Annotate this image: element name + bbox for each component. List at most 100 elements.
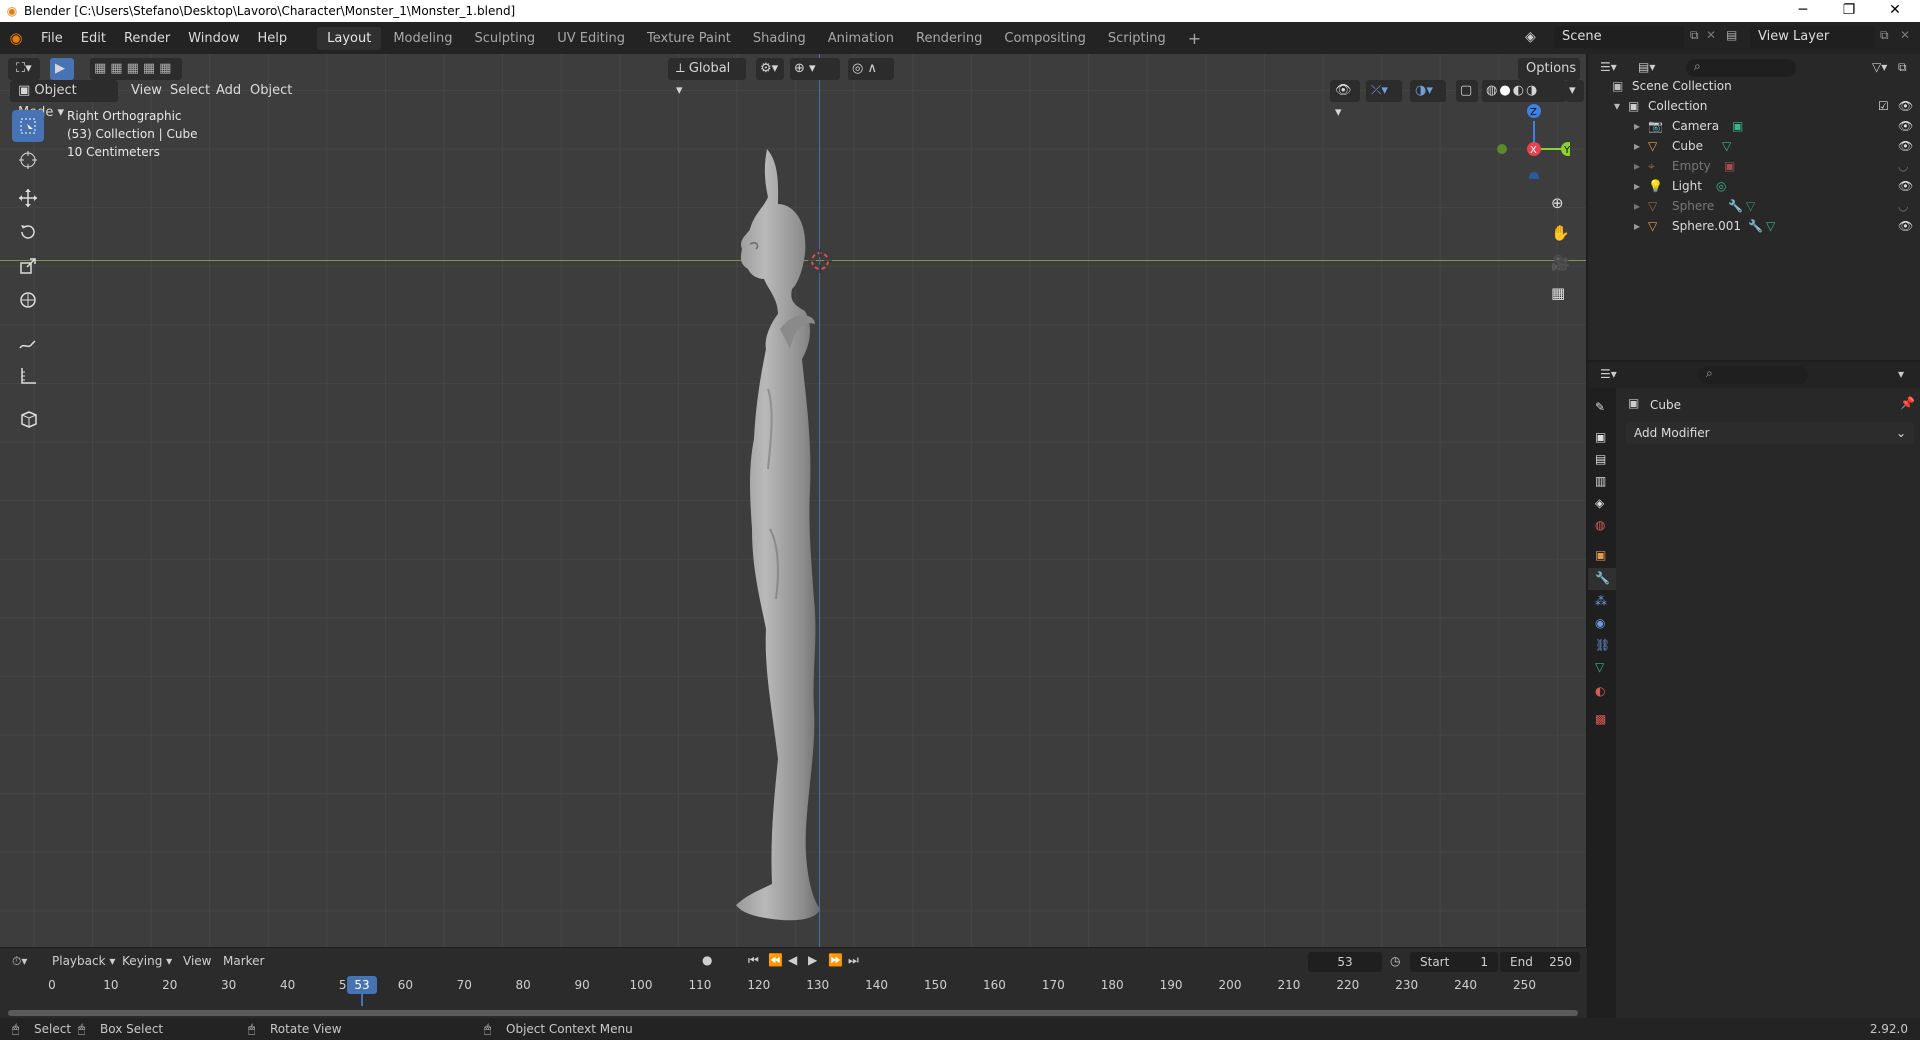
eye-closed-icon[interactable]: ◡: [1898, 196, 1908, 216]
overlay-toggle-icon[interactable]: ◑▾: [1410, 80, 1446, 102]
gizmo-toggle-icon[interactable]: ⤫▾: [1366, 80, 1402, 102]
outliner-item-sphere-001[interactable]: ▸ ▽ Sphere.001 🔧 ▽ 👁: [1588, 216, 1920, 236]
zoom-icon[interactable]: ⊕: [1551, 194, 1564, 212]
timeline-menu-playback[interactable]: Playback ▾: [52, 954, 115, 968]
eye-icon[interactable]: 👁: [1898, 136, 1913, 156]
collection-checkbox[interactable]: ☑: [1878, 96, 1889, 116]
add-cube-tool-icon[interactable]: [12, 402, 44, 434]
outliner-search-input[interactable]: ⌕: [1686, 59, 1796, 77]
view-layer-icon[interactable]: ▤: [1726, 28, 1737, 42]
tool-settings-tab-icon[interactable]: ✎: [1595, 400, 1605, 414]
jump-start-icon[interactable]: ⏮: [748, 953, 759, 968]
current-frame-field[interactable]: 53: [1308, 952, 1382, 972]
3d-viewport[interactable]: ⛶▾ ▶ ▦▦▦▦▦ ⟂ Global ▾ ⚙▾ ⊕ ▾ ◎ ∧ Options…: [0, 54, 1587, 947]
playhead-frame-label[interactable]: 53: [347, 976, 377, 994]
expand-arrow-icon[interactable]: ▾: [1614, 96, 1620, 116]
timeline-editor-type-icon[interactable]: ⏱▾: [12, 954, 27, 969]
timeline-menu-keying[interactable]: Keying ▾: [122, 954, 172, 968]
blender-menu-icon[interactable]: ◉: [0, 29, 32, 47]
add-modifier-dropdown[interactable]: Add Modifier ⌄: [1626, 422, 1914, 444]
render-tab-icon[interactable]: ▣: [1595, 430, 1606, 444]
navigation-gizmo[interactable]: Z Y X: [1490, 89, 1570, 179]
pivot-point-icon[interactable]: ⚙▾: [756, 58, 784, 80]
preview-range-icon[interactable]: ◷: [1390, 954, 1400, 968]
expand-arrow-icon[interactable]: ▸: [1634, 216, 1640, 236]
new-view-layer-icon[interactable]: ⧉: [1880, 28, 1889, 43]
properties-search-input[interactable]: ⌕: [1698, 366, 1808, 384]
restore-button[interactable]: ❐: [1826, 0, 1872, 22]
tab-shading[interactable]: Shading: [743, 27, 816, 50]
eye-icon[interactable]: 👁: [1898, 216, 1913, 236]
tab-rendering[interactable]: Rendering: [906, 27, 992, 50]
options-button[interactable]: Options: [1518, 58, 1580, 80]
snap-icon[interactable]: ⊕ ▾: [790, 58, 840, 80]
view-layer-field[interactable]: View Layer: [1750, 26, 1875, 48]
measure-tool-icon[interactable]: [12, 360, 44, 392]
output-tab-icon[interactable]: ▤: [1595, 452, 1606, 466]
tab-scripting[interactable]: Scripting: [1098, 27, 1176, 50]
mode-dropdown[interactable]: ▣ Object Mode ▾: [10, 80, 118, 120]
expand-arrow-icon[interactable]: ▸: [1634, 196, 1640, 216]
select-box-tool-icon[interactable]: [12, 110, 44, 142]
menu-file[interactable]: File: [32, 31, 72, 46]
menu-render[interactable]: Render: [115, 31, 179, 46]
rotate-tool-icon[interactable]: [12, 216, 44, 248]
outliner-collection[interactable]: ▾ ▣ Collection ☑ 👁: [1588, 96, 1920, 116]
tab-texture-paint[interactable]: Texture Paint: [637, 27, 741, 50]
delete-view-layer-icon[interactable]: ✕: [1900, 28, 1910, 42]
tab-compositing[interactable]: Compositing: [994, 27, 1096, 50]
tab-layout[interactable]: Layout: [317, 26, 382, 50]
outliner-scene-collection[interactable]: ▣ Scene Collection: [1588, 76, 1920, 96]
scale-tool-icon[interactable]: [12, 250, 44, 282]
proportional-edit-icon[interactable]: ◎ ∧: [848, 58, 894, 80]
selection-mode-icons[interactable]: ▦▦▦▦▦: [90, 58, 182, 80]
tab-animation[interactable]: Animation: [818, 27, 904, 50]
jump-keyframe-forward-icon[interactable]: ⏩: [828, 953, 843, 967]
gizmo-neg-y-axis[interactable]: [1497, 144, 1507, 154]
viewport-menu-add[interactable]: Add: [216, 83, 241, 98]
world-tab-icon[interactable]: ◍: [1595, 518, 1605, 532]
tab-sculpting[interactable]: Sculpting: [464, 27, 545, 50]
timeline-menu-view[interactable]: View: [183, 954, 211, 968]
jump-keyframe-back-icon[interactable]: ⏪: [768, 953, 783, 967]
eye-icon[interactable]: 👁: [1898, 176, 1913, 196]
record-icon[interactable]: ●: [702, 953, 712, 967]
material-tab-icon[interactable]: ◐: [1595, 684, 1605, 698]
scene-field[interactable]: Scene: [1554, 26, 1684, 48]
particles-tab-icon[interactable]: ⁂: [1595, 594, 1607, 608]
new-collection-icon[interactable]: ⧉: [1898, 60, 1907, 75]
tab-modeling[interactable]: Modeling: [383, 27, 462, 50]
scene-selector-icon[interactable]: ◈: [1525, 29, 1536, 45]
menu-help[interactable]: Help: [249, 31, 297, 46]
expand-arrow-icon[interactable]: ▸: [1634, 116, 1640, 136]
tab-uv-editing[interactable]: UV Editing: [547, 27, 635, 50]
outliner-item-cube[interactable]: ▸ ▽ Cube ▽ 👁: [1588, 136, 1920, 156]
viewport-menu-view[interactable]: View: [131, 83, 162, 98]
properties-options-icon[interactable]: ▾: [1898, 367, 1904, 381]
annotate-tool-icon[interactable]: [12, 326, 44, 358]
view-layer-tab-icon[interactable]: ▥: [1595, 474, 1606, 488]
delete-scene-icon[interactable]: ✕: [1706, 28, 1716, 42]
menu-window[interactable]: Window: [179, 31, 248, 46]
eye-closed-icon[interactable]: ◡: [1898, 156, 1908, 176]
viewport-menu-select[interactable]: Select: [170, 83, 210, 98]
gizmo-neg-z-axis[interactable]: [1529, 172, 1539, 179]
jump-end-icon[interactable]: ⏭: [848, 953, 859, 968]
outliner-item-empty[interactable]: ▸ ⌖ Empty ▣ ◡: [1588, 156, 1920, 176]
transform-tool-icon[interactable]: [12, 284, 44, 316]
transform-orientation-dropdown[interactable]: ⟂ Global ▾: [668, 58, 746, 98]
filter-icon[interactable]: ▽▾: [1872, 60, 1887, 74]
eye-icon[interactable]: 👁: [1898, 116, 1913, 136]
menu-edit[interactable]: Edit: [72, 31, 115, 46]
editor-type-icon[interactable]: ⛶▾: [8, 58, 40, 80]
xray-toggle-icon[interactable]: ▢: [1456, 80, 1478, 102]
expand-arrow-icon[interactable]: ▸: [1634, 176, 1640, 196]
new-scene-icon[interactable]: ⧉: [1690, 28, 1699, 43]
constraints-tab-icon[interactable]: ⛓: [1595, 638, 1610, 652]
outliner-item-light[interactable]: ▸ 💡 Light ◎ 👁: [1588, 176, 1920, 196]
mesh-data-tab-icon[interactable]: ▽: [1595, 660, 1604, 674]
viewport-menu-object[interactable]: Object: [250, 83, 292, 98]
outliner-item-sphere[interactable]: ▸ ▽ Sphere 🔧 ▽ ◡: [1588, 196, 1920, 216]
display-mode-icon[interactable]: ▤▾: [1638, 60, 1655, 74]
timeline-scrollbar[interactable]: [8, 1010, 1578, 1016]
